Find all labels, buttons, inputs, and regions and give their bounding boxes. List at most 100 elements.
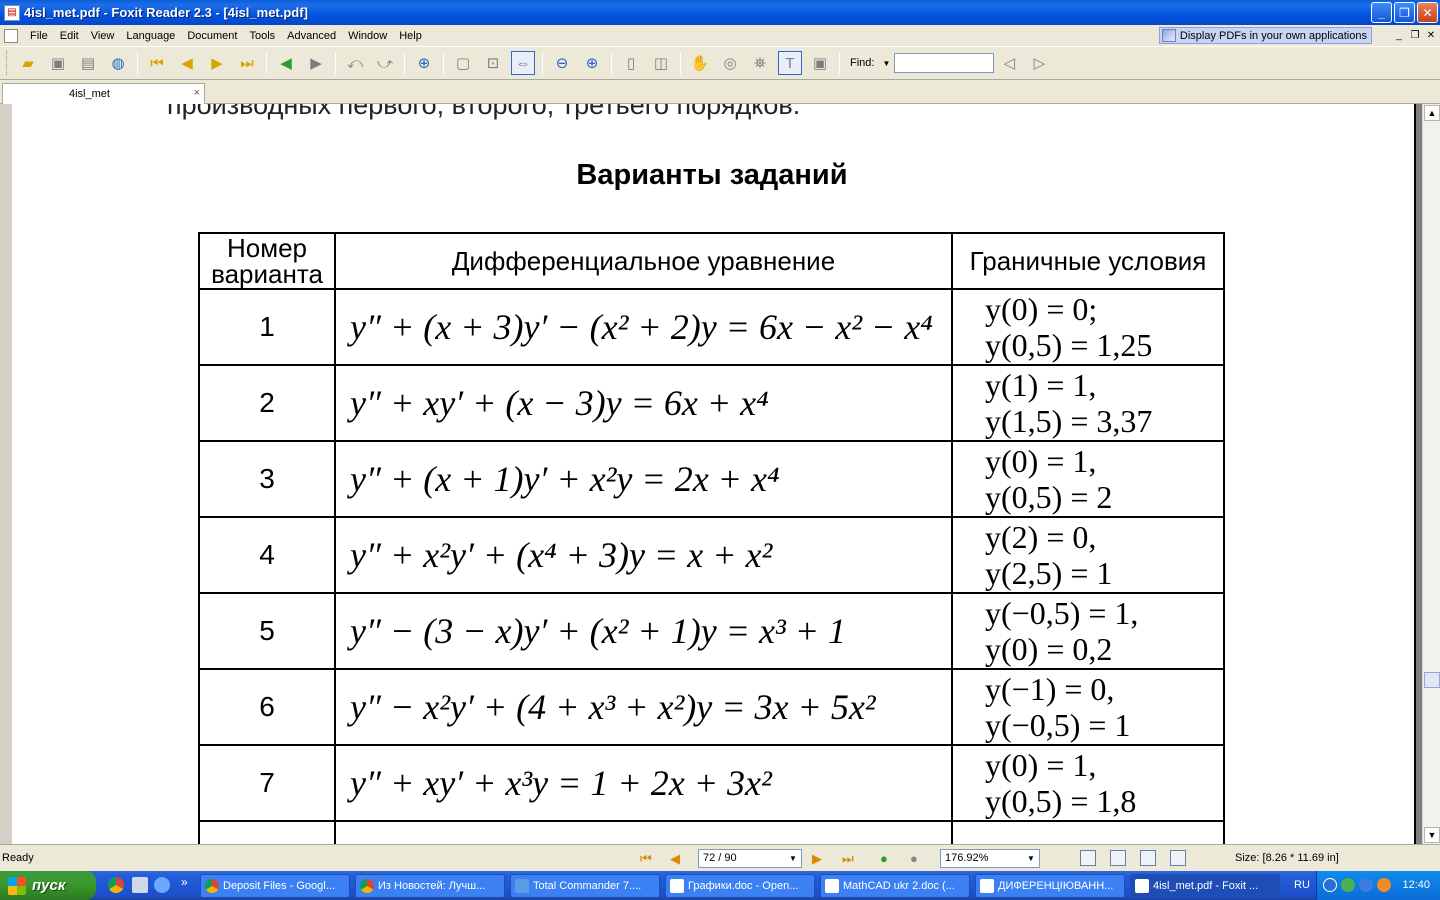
actual-size-icon[interactable]: ▢ bbox=[451, 51, 475, 75]
task-mathcad-doc[interactable]: MathCAD ukr 2.doc (... bbox=[820, 874, 970, 898]
document-icon bbox=[980, 879, 994, 893]
tray-firefox-icon[interactable] bbox=[1377, 878, 1391, 892]
find-options-dropdown[interactable]: ▼ bbox=[882, 59, 890, 68]
rotate-left-icon[interactable]: ⤺ bbox=[343, 51, 367, 75]
variant-number: 7 bbox=[198, 744, 336, 822]
table-row: 5 y″ − (3 − x)y′ + (x² + 1)y = x³ + 1 y(… bbox=[198, 592, 1225, 670]
snapshot-icon[interactable]: ▣ bbox=[808, 51, 832, 75]
document-icon[interactable] bbox=[4, 28, 18, 43]
boundary-cell: y(2) = 0, y(2,5) = 1 bbox=[951, 516, 1225, 594]
menu-edit[interactable]: Edit bbox=[54, 30, 85, 42]
find-previous-icon[interactable]: ◁ bbox=[997, 51, 1021, 75]
scrollbar-thumb[interactable] bbox=[1424, 672, 1440, 688]
tray-app-icon[interactable] bbox=[1341, 878, 1355, 892]
tray-network-icon[interactable] bbox=[1323, 878, 1337, 892]
menu-tools[interactable]: Tools bbox=[243, 30, 281, 42]
zoom-field[interactable]: 176.92% ▼ bbox=[940, 849, 1040, 868]
total-commander-icon bbox=[515, 879, 529, 893]
back-icon[interactable]: ◀ bbox=[274, 51, 298, 75]
scroll-down-icon[interactable]: ▼ bbox=[1424, 827, 1440, 843]
task-grafiki-doc[interactable]: Графики.doc - Open... bbox=[665, 874, 815, 898]
hand-tool-icon[interactable]: ✋ bbox=[688, 51, 712, 75]
menu-language[interactable]: Language bbox=[120, 30, 181, 42]
language-indicator[interactable]: RU bbox=[1294, 879, 1310, 891]
table-row: 4 y″ + x²y′ + (x⁴ + 3)y = x + x² y(2) = … bbox=[198, 516, 1225, 594]
next-page-status-icon[interactable]: ▶ bbox=[812, 851, 822, 867]
start-button[interactable]: пуск bbox=[0, 871, 96, 900]
text-select-icon[interactable]: T bbox=[778, 51, 802, 75]
windows-flag-icon bbox=[8, 876, 26, 895]
tab-close-icon[interactable]: × bbox=[194, 87, 200, 99]
toolbar-grip[interactable] bbox=[6, 51, 9, 75]
table-row: 7 y″ + xy′ + x³y = 1 + 2x + 3x² y(0) = 1… bbox=[198, 744, 1225, 822]
find-input[interactable] bbox=[894, 53, 995, 73]
doc-restore-icon[interactable]: ❐ bbox=[1408, 28, 1422, 42]
vertical-scrollbar[interactable]: ▲ ▼ bbox=[1422, 104, 1440, 844]
print-icon[interactable]: ▤ bbox=[76, 51, 100, 75]
chrome-icon bbox=[205, 879, 219, 893]
task-news[interactable]: Из Новостей: Лучш... bbox=[355, 874, 505, 898]
menu-view[interactable]: View bbox=[85, 30, 121, 42]
scroll-up-icon[interactable]: ▲ bbox=[1424, 105, 1440, 121]
ie-quicklaunch-icon[interactable] bbox=[154, 877, 170, 893]
menu-document[interactable]: Document bbox=[181, 30, 243, 42]
facing-view-icon[interactable] bbox=[1140, 850, 1156, 866]
task-foxit-reader[interactable]: 4isl_met.pdf - Foxit ... bbox=[1130, 874, 1280, 898]
menu-advanced[interactable]: Advanced bbox=[281, 30, 342, 42]
tray-app-icon[interactable] bbox=[1359, 878, 1373, 892]
menu-help[interactable]: Help bbox=[393, 30, 428, 42]
menu-file[interactable]: File bbox=[24, 30, 54, 42]
close-button[interactable]: ✕ bbox=[1417, 2, 1438, 23]
fit-width-icon[interactable]: ⇔ bbox=[511, 51, 535, 75]
boundary-condition-2: y(2,5) = 1 bbox=[985, 555, 1113, 591]
forward-status-icon[interactable]: ● bbox=[910, 851, 918, 866]
forward-icon[interactable]: ▶ bbox=[304, 51, 328, 75]
menu-window[interactable]: Window bbox=[342, 30, 393, 42]
open-icon[interactable]: ▰ bbox=[16, 51, 40, 75]
next-page-icon[interactable]: ▶ bbox=[205, 51, 229, 75]
task-total-commander[interactable]: Total Commander 7.... bbox=[510, 874, 660, 898]
tab-4isl-met[interactable]: 4isl_met × bbox=[2, 83, 205, 104]
rotate-right-icon[interactable]: ⤻ bbox=[373, 51, 397, 75]
last-page-status-icon[interactable]: ⏭ bbox=[842, 851, 854, 867]
fit-page-icon[interactable]: ⊡ bbox=[481, 51, 505, 75]
files-quicklaunch-icon[interactable] bbox=[132, 877, 148, 893]
minimize-button[interactable]: _ bbox=[1371, 2, 1392, 23]
binoculars-icon[interactable]: ⛯ bbox=[748, 51, 772, 75]
bookmark-icon[interactable]: ▯ bbox=[619, 51, 643, 75]
continuous-facing-view-icon[interactable] bbox=[1170, 850, 1186, 866]
restore-button[interactable]: ❐ bbox=[1394, 2, 1415, 23]
doc-minimize-icon[interactable]: _ bbox=[1392, 28, 1406, 42]
previous-page-icon[interactable]: ◀ bbox=[175, 51, 199, 75]
find-next-icon[interactable]: ▷ bbox=[1027, 51, 1051, 75]
task-diferentsiyuvannya[interactable]: ДИФЕРЕНЦІЮВАНН... bbox=[975, 874, 1125, 898]
page-dropdown-icon[interactable]: ▼ bbox=[786, 851, 800, 866]
boundary-condition-1: y(0) = 1, bbox=[985, 747, 1097, 783]
variants-table: Номер варианта Дифференциальное уравнени… bbox=[198, 232, 1225, 844]
last-page-icon[interactable]: ⏭ bbox=[235, 51, 259, 75]
zoom-dropdown-icon[interactable]: ▼ bbox=[1024, 851, 1038, 866]
page-number-field[interactable]: 72 / 90 ▼ bbox=[698, 849, 802, 868]
save-icon[interactable]: ▣ bbox=[46, 51, 70, 75]
back-status-icon[interactable]: ● bbox=[880, 851, 888, 866]
zoom-in-icon[interactable]: ⊕ bbox=[412, 51, 436, 75]
title-bar: ▤ 4isl_met.pdf - Foxit Reader 2.3 - [4is… bbox=[0, 0, 1440, 25]
zoom-in-small-icon[interactable]: ⊕ bbox=[580, 51, 604, 75]
equation-cell: y″ + (x + 3)y′ − (x² + 2)y = 6x − x² − x… bbox=[334, 288, 953, 366]
previous-page-status-icon[interactable]: ◀ bbox=[670, 851, 680, 867]
glasses-icon[interactable]: ◎ bbox=[718, 51, 742, 75]
single-page-view-icon[interactable] bbox=[1080, 850, 1096, 866]
email-icon[interactable]: ◍ bbox=[106, 51, 130, 75]
doc-close-icon[interactable]: ✕ bbox=[1424, 28, 1438, 42]
boundary-condition-2: y(−0,5) = 1 bbox=[985, 707, 1131, 743]
task-deposit-files[interactable]: Deposit Files - Googl... bbox=[200, 874, 350, 898]
quicklaunch-more[interactable]: » bbox=[181, 875, 188, 889]
continuous-view-icon[interactable] bbox=[1110, 850, 1126, 866]
full-screen-icon[interactable]: ◫ bbox=[649, 51, 673, 75]
promo-banner[interactable]: Display PDFs in your own applications bbox=[1158, 27, 1372, 44]
zoom-out-icon[interactable]: ⊖ bbox=[550, 51, 574, 75]
document-viewport[interactable]: производных первого, второго, третьего п… bbox=[0, 104, 1422, 844]
first-page-icon[interactable]: ⏮ bbox=[145, 51, 169, 75]
chrome-quicklaunch-icon[interactable] bbox=[108, 877, 124, 893]
first-page-status-icon[interactable]: ⏮ bbox=[640, 851, 652, 867]
